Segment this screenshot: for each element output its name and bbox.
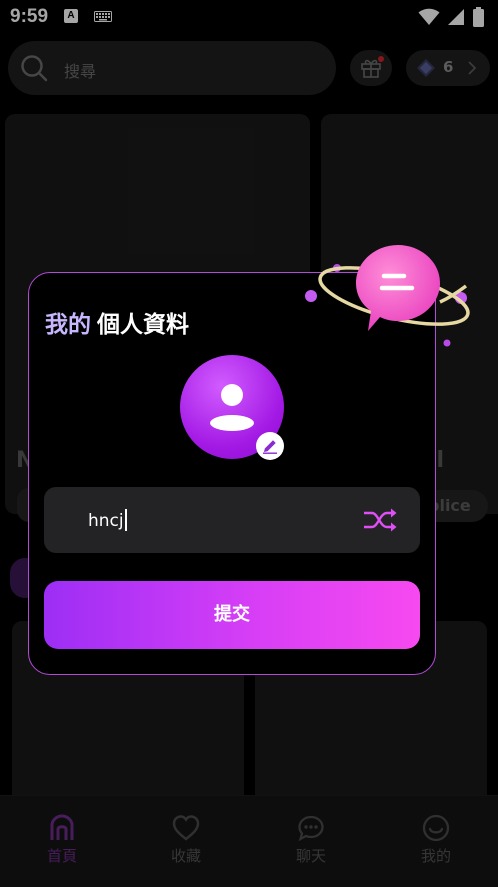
nickname-value: hncj <box>88 509 127 531</box>
chat-planet-illustration <box>305 245 470 347</box>
edit-avatar-button[interactable] <box>256 432 284 460</box>
nickname-input[interactable]: hncj <box>44 487 420 553</box>
dialog-title-rest: 個人資料 <box>97 312 189 338</box>
user-silhouette-icon <box>210 384 254 431</box>
pencil-icon <box>263 440 277 454</box>
text-cursor <box>124 509 127 531</box>
shuffle-icon[interactable] <box>362 507 400 533</box>
dialog-title: 我的 個人資料 <box>45 305 189 339</box>
dialog-title-highlight: 我的 <box>45 312 91 338</box>
screen: 9:59 A 搜尋 6 N plice 首頁 收藏 聊天 我的 我的 個人資料 … <box>0 0 498 887</box>
submit-button[interactable]: 提交 <box>44 581 420 649</box>
